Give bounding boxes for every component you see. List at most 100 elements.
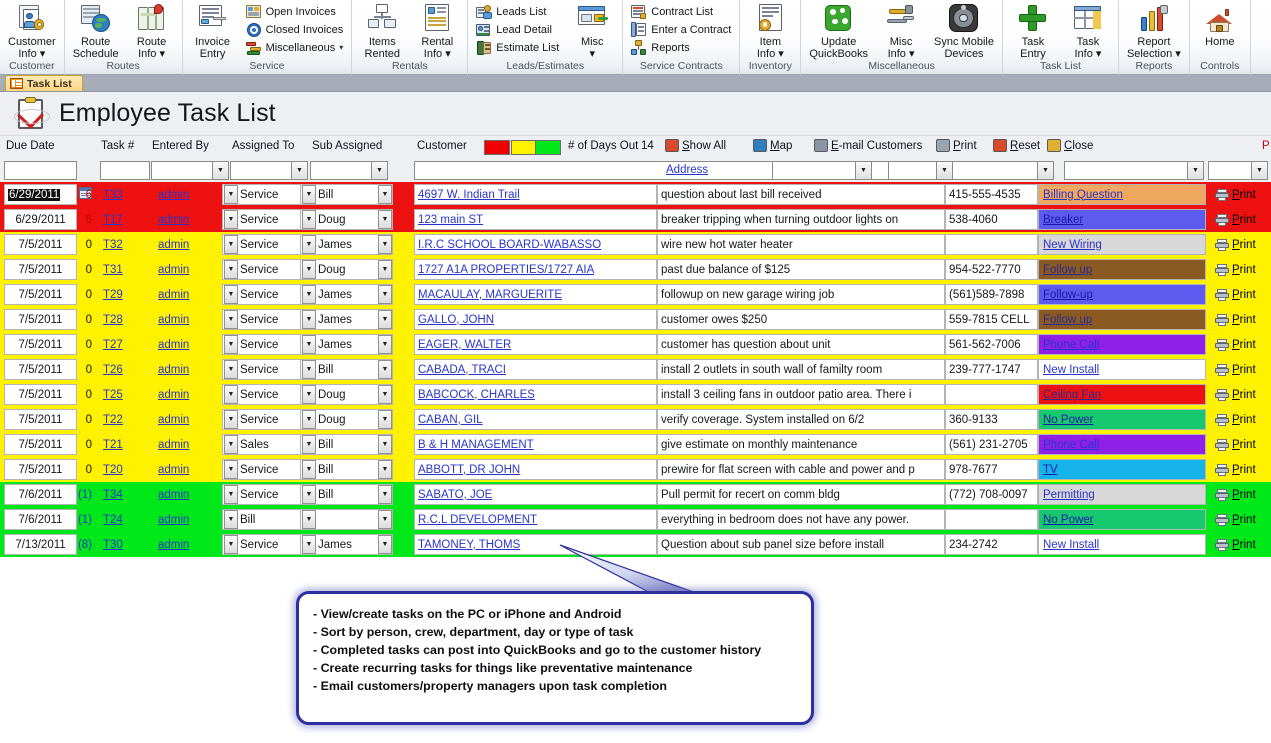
ribbon-button-customer-info[interactable]: Customer Info ▾	[3, 1, 61, 60]
task-link[interactable]: T32	[103, 239, 123, 251]
entered-by-link[interactable]: admin	[158, 439, 189, 451]
cell-task[interactable]: T28	[100, 309, 145, 330]
cell-description[interactable]: install 3 ceiling fans in outdoor patio …	[657, 384, 945, 405]
table-row[interactable]: 7/5/2011 0 T28 admin ▼ Service ▼ James ▼ GALLO, J…	[0, 307, 1271, 332]
ribbon-button-item-info[interactable]: Item Info ▾	[743, 1, 797, 60]
cell-description[interactable]: prewire for flat screen with cable and p…	[657, 459, 945, 480]
entered-by-link[interactable]: admin	[158, 189, 189, 201]
chevron-down-icon[interactable]: ▼	[224, 185, 238, 204]
cell-due_date[interactable]: 7/5/2011	[4, 459, 77, 480]
cell-phone[interactable]: 538-4060	[945, 209, 1038, 230]
print-button[interactable]: Print	[936, 139, 977, 152]
chevron-down-icon[interactable]: ▼	[302, 235, 316, 254]
cell-entered_by[interactable]: admin	[155, 534, 215, 555]
cell-phone[interactable]: 239-777-1747	[945, 359, 1038, 380]
table-row[interactable]: 7/5/2011 0 T20 admin ▼ Service ▼ Bill ▼ ABBOTT, D…	[0, 457, 1271, 482]
email-customers-button[interactable]: E-mail Customers	[814, 139, 922, 152]
row-print-button[interactable]: Print	[1212, 210, 1271, 229]
cell-due_date[interactable]: 7/5/2011	[4, 409, 77, 430]
entered-by-link[interactable]: admin	[158, 514, 189, 526]
ribbon-item-open-invoices[interactable]: Open Invoices	[244, 3, 346, 20]
row-print-button[interactable]: Print	[1212, 510, 1271, 529]
entered-by-link[interactable]: admin	[158, 364, 189, 376]
ribbon-button-home[interactable]: Home	[1193, 1, 1247, 48]
chevron-down-icon[interactable]: ▼	[378, 185, 392, 204]
cell-sub_assigned[interactable]: ▼ Doug ▼	[300, 409, 393, 430]
row-print-button[interactable]: Print	[1212, 360, 1271, 379]
cell-due_date[interactable]: 7/5/2011	[4, 309, 77, 330]
cell-category[interactable]: Breaker	[1038, 209, 1206, 230]
filter-sub-assigned[interactable]: ▼	[310, 161, 388, 180]
cell-category[interactable]: New Wiring	[1038, 234, 1206, 255]
cell-customer[interactable]: 4697 W. Indian Trail	[414, 184, 657, 205]
cell-assigned_to[interactable]: ▼ Bill	[222, 509, 307, 530]
chevron-down-icon[interactable]: ▼	[1037, 162, 1053, 179]
cell-customer[interactable]: ABBOTT, DR JOHN	[414, 459, 657, 480]
cell-task[interactable]: T31	[100, 259, 145, 280]
cell-phone[interactable]: 415-555-4535	[945, 184, 1038, 205]
row-print-button[interactable]: Print	[1212, 185, 1271, 204]
cell-phone[interactable]	[945, 234, 1038, 255]
cell-due_date[interactable]: 6/29/2011	[4, 184, 77, 205]
ribbon-item-enter-a-contract[interactable]: Enter a Contract	[629, 21, 733, 38]
chevron-down-icon[interactable]: ▼	[224, 260, 238, 279]
cell-customer[interactable]: 1727 A1A PROPERTIES/1727 AIA	[414, 259, 657, 280]
cell-assigned_to[interactable]: ▼ Sales	[222, 434, 307, 455]
table-row[interactable]: 7/5/2011 0 T31 admin ▼ Service ▼ Doug ▼ 1727 A1A …	[0, 257, 1271, 282]
chevron-down-icon[interactable]: ▼	[378, 260, 392, 279]
chevron-down-icon[interactable]: ▼	[302, 460, 316, 479]
cell-task[interactable]: T22	[100, 409, 145, 430]
cell-sub_assigned[interactable]: ▼ Bill ▼	[300, 459, 393, 480]
ribbon-button-route-schedule[interactable]: Route Schedule	[68, 1, 124, 60]
task-link[interactable]: T20	[103, 464, 123, 476]
chevron-down-icon[interactable]: ▼	[378, 435, 392, 454]
cell-customer[interactable]: EAGER, WALTER	[414, 334, 657, 355]
cell-assigned_to[interactable]: ▼ Service	[222, 409, 307, 430]
cell-entered_by[interactable]: admin	[155, 509, 215, 530]
row-print-button[interactable]: Print	[1212, 435, 1271, 454]
cell-customer[interactable]: MACAULAY, MARGUERITE	[414, 284, 657, 305]
cell-phone[interactable]: (561) 231-2705	[945, 434, 1038, 455]
cell-category[interactable]: Permitting	[1038, 484, 1206, 505]
cell-phone[interactable]	[945, 509, 1038, 530]
cell-description[interactable]: Pull permit for recert on comm bldg	[657, 484, 945, 505]
cell-task[interactable]: T25	[100, 384, 145, 405]
cell-due_date[interactable]: 7/6/2011	[4, 484, 77, 505]
row-print-button[interactable]: Print	[1212, 285, 1271, 304]
cell-task[interactable]: T30	[100, 534, 145, 555]
cell-due_date[interactable]: 7/5/2011	[4, 284, 77, 305]
task-link[interactable]: T33	[103, 189, 123, 201]
cell-customer[interactable]: SABATO, JOE	[414, 484, 657, 505]
cell-due_date[interactable]: 7/5/2011	[4, 359, 77, 380]
task-link[interactable]: T26	[103, 364, 123, 376]
cell-description[interactable]: customer has question about unit	[657, 334, 945, 355]
cell-assigned_to[interactable]: ▼ Service	[222, 259, 307, 280]
chevron-down-icon[interactable]: ▼	[378, 460, 392, 479]
chevron-down-icon[interactable]: ▼	[855, 162, 871, 179]
cell-sub_assigned[interactable]: ▼ Bill ▼	[300, 434, 393, 455]
cell-customer[interactable]: 123 main ST	[414, 209, 657, 230]
cell-description[interactable]: verify coverage. System installed on 6/2	[657, 409, 945, 430]
priority-swatch-green[interactable]	[535, 140, 561, 155]
category-link[interactable]: TV	[1043, 464, 1058, 476]
cell-phone[interactable]: 978-7677	[945, 459, 1038, 480]
cell-phone[interactable]: 234-2742	[945, 534, 1038, 555]
cell-customer[interactable]: GALLO, JOHN	[414, 309, 657, 330]
cell-category[interactable]: Phone Call	[1038, 434, 1206, 455]
cell-phone[interactable]	[945, 384, 1038, 405]
chevron-down-icon[interactable]: ▼	[224, 460, 238, 479]
entered-by-link[interactable]: admin	[158, 339, 189, 351]
chevron-down-icon[interactable]: ▼	[302, 260, 316, 279]
ribbon-button-invoice-entry[interactable]: Invoice Entry	[186, 1, 240, 60]
category-link[interactable]: Permitting	[1043, 489, 1095, 501]
ribbon-item-lead-detail[interactable]: Lead Detail	[474, 21, 561, 38]
filter-phone[interactable]: ▼	[772, 161, 872, 180]
cell-description[interactable]: give estimate on monthly maintenance	[657, 434, 945, 455]
cell-category[interactable]: Follow up	[1038, 259, 1206, 280]
cell-sub_assigned[interactable]: ▼ James ▼	[300, 284, 393, 305]
chevron-down-icon[interactable]: ▼	[378, 235, 392, 254]
cell-description[interactable]: followup on new garage wiring job	[657, 284, 945, 305]
ribbon-button-sync-mobile-devices[interactable]: Sync Mobile Devices	[929, 1, 999, 60]
ribbon-item-contract-list[interactable]: Contract List	[629, 3, 733, 20]
customer-link[interactable]: ABBOTT, DR JOHN	[418, 464, 520, 476]
